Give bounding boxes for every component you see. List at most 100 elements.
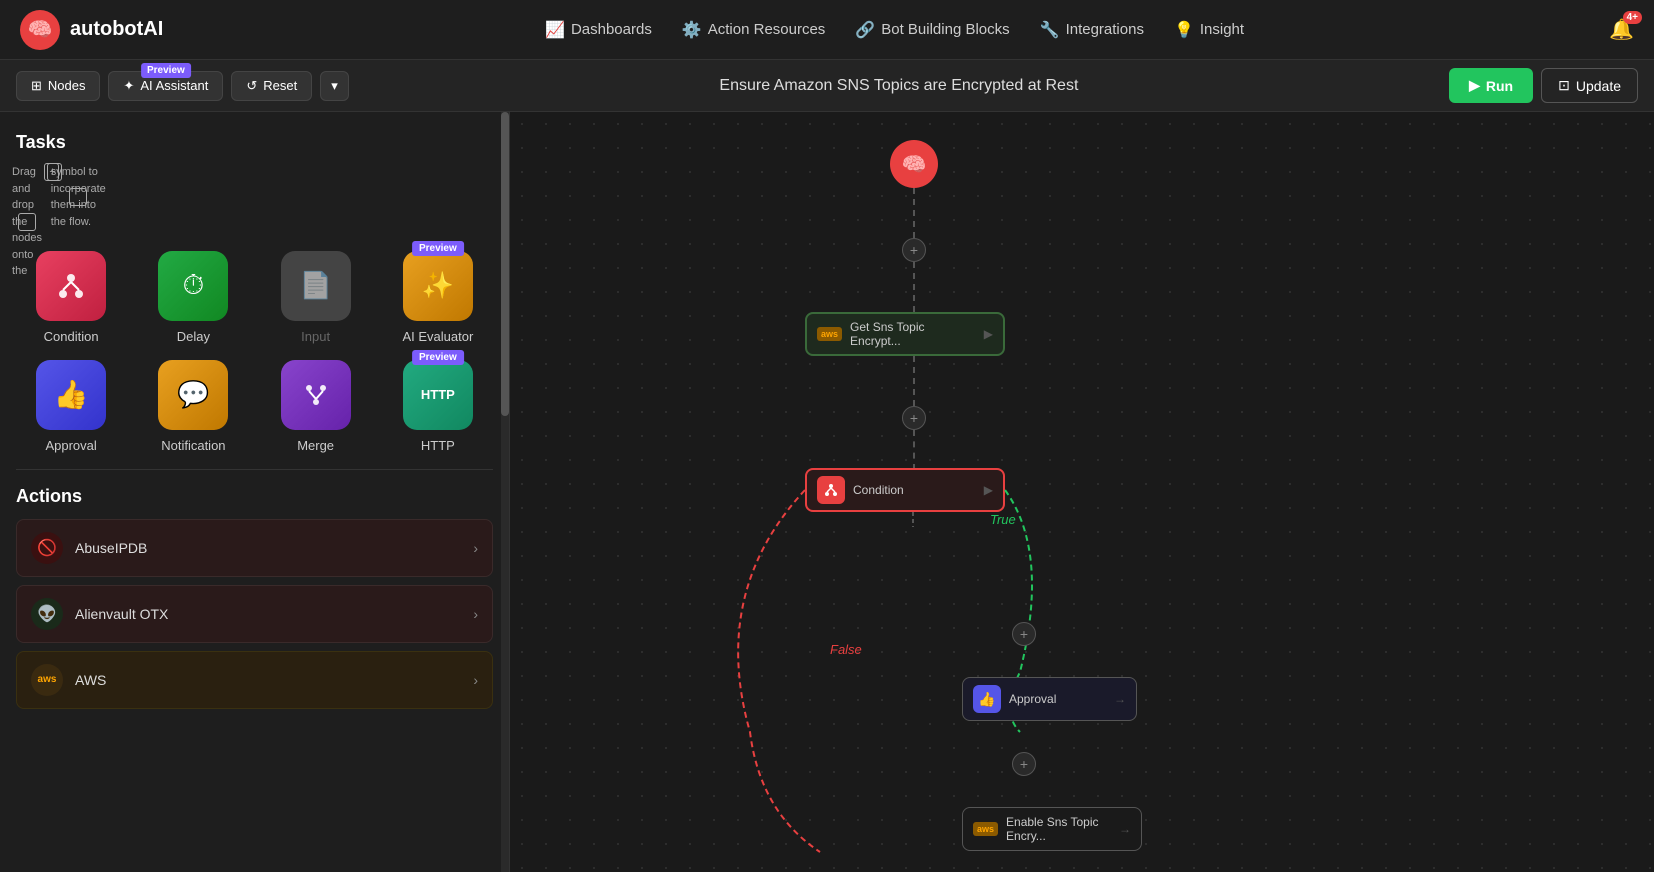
action-alienvault[interactable]: 👽 Alienvault OTX › [16,585,493,643]
delay-label: Delay [177,329,210,344]
start-node[interactable]: 🧠 [890,140,938,188]
actions-title: Actions [16,486,493,507]
tasks-desc-text2: symbol to incorporate them into the flow… [69,188,87,206]
node-ai-evaluator[interactable]: Preview ✨ AI Evaluator [383,251,493,344]
condition-label: Condition [44,329,99,344]
plus-4[interactable]: + [1012,752,1036,776]
get-sns-label: Get Sns Topic Encrypt... [850,320,976,348]
abuseipdb-name: AbuseIPDB [75,540,147,556]
logo-text: autobotAI [70,18,163,41]
condition-arrow: ▶ [984,483,993,497]
condition-flow-icon [817,476,845,504]
sidebar-scrollbar[interactable] [501,112,509,872]
http-preview-badge: Preview [412,350,464,365]
ai-assistant-wrapper: Preview ✦ AI Assistant [108,71,223,101]
node-grid-2: 👍 Approval 💬 Notification [16,360,493,453]
ai-icon: ✦ [123,78,134,94]
merge-label: Merge [297,438,334,453]
node-http[interactable]: Preview HTTP HTTP [383,360,493,453]
approval-flow-label: Approval [1009,692,1106,706]
alienvault-name: Alienvault OTX [75,606,168,622]
sidebar: Tasks Drag and drop the nodes onto the +… [0,112,510,872]
run-button[interactable]: ▶ Run [1449,68,1533,103]
nav-insight[interactable]: 💡 Insight [1174,20,1244,40]
node-condition[interactable]: Condition [16,251,126,344]
update-label: Update [1576,78,1621,94]
ai-assistant-label: AI Assistant [140,78,208,93]
plus-2[interactable]: + [902,406,926,430]
enable-sns-node[interactable]: aws Enable Sns Topic Encry... → [962,807,1142,851]
approval-flow-node[interactable]: 👍 Approval → [962,677,1137,721]
ai-evaluator-label: AI Evaluator [402,329,473,344]
action-abuseipdb[interactable]: 🚫 AbuseIPDB › [16,519,493,577]
connector-3 [913,356,915,406]
condition-svg [55,270,87,302]
main-area: Tasks Drag and drop the nodes onto the +… [0,112,1654,872]
insight-icon: 💡 [1174,20,1194,40]
condition-flow-node[interactable]: Condition ▶ [805,468,1005,512]
input-node-icon: 📄 [281,251,351,321]
bot-building-blocks-icon: 🔗 [855,20,875,40]
nav-action-resources[interactable]: ⚙️ Action Resources [682,20,825,40]
flow-title: Ensure Amazon SNS Topics are Encrypted a… [357,77,1441,95]
ai-evaluator-preview-badge: Preview [412,241,464,256]
chevron-down-icon: ▾ [331,78,338,93]
action-aws-left: aws AWS [31,664,106,696]
approval-label: Approval [45,438,96,453]
node-merge[interactable]: Merge [261,360,371,453]
false-label: False [830,642,862,657]
notification-node-icon: 💬 [158,360,228,430]
nodes-button[interactable]: ⊞ Nodes [16,71,100,101]
get-sns-node[interactable]: aws Get Sns Topic Encrypt... ▶ [805,312,1005,356]
run-label: Run [1486,78,1513,94]
connector-4 [913,430,915,470]
nav-integrations-label: Integrations [1066,21,1144,38]
nav-integrations[interactable]: 🔧 Integrations [1040,20,1144,40]
nav-action-resources-label: Action Resources [708,21,826,38]
connector-1 [913,188,915,238]
merge-svg [301,380,331,410]
action-alienvault-left: 👽 Alienvault OTX [31,598,168,630]
ai-evaluator-node-icon: ✨ [403,251,473,321]
tasks-desc-text1: Drag and drop the nodes onto the [18,213,36,231]
integrations-icon: 🔧 [1040,20,1060,40]
reset-button[interactable]: ↺ Reset [231,71,312,101]
node-delay[interactable]: ⏱ Delay [138,251,248,344]
nodes-label: Nodes [48,78,86,93]
nav-dashboards[interactable]: 📈 Dashboards [545,20,652,40]
tasks-title: Tasks [16,132,493,153]
nav-bot-building-blocks[interactable]: 🔗 Bot Building Blocks [855,20,1009,40]
run-icon: ▶ [1469,77,1480,94]
notification-button[interactable]: 🔔 4+ [1609,17,1634,42]
flow-canvas[interactable]: 🧠 + aws Get Sns Topic Encrypt... ▶ + [510,112,1654,872]
nav-insight-label: Insight [1200,21,1244,38]
logo[interactable]: 🧠 autobotAI [20,10,180,50]
node-notification[interactable]: 💬 Notification [138,360,248,453]
notification-label: Notification [161,438,225,453]
scrollbar-thumb [501,112,509,416]
action-aws[interactable]: aws AWS › [16,651,493,709]
preview-badge-ai: Preview [141,63,191,78]
condition-node-icon [36,251,106,321]
divider [16,469,493,470]
action-abuseipdb-left: 🚫 AbuseIPDB [31,532,147,564]
node-approval[interactable]: 👍 Approval [16,360,126,453]
abuseipdb-chevron: › [473,540,478,556]
plus-1[interactable]: + [902,238,926,262]
aws-badge-2: aws [973,822,998,836]
logo-icon: 🧠 [20,10,60,50]
approval-arrow: → [1114,692,1126,706]
update-button[interactable]: ⊡ Update [1541,68,1638,103]
input-label: Input [301,329,330,344]
update-icon: ⊡ [1558,77,1570,94]
approval-flow-icon: 👍 [973,685,1001,713]
condition-flow-label: Condition [853,483,976,497]
http-node-icon: HTTP [403,360,473,430]
reset-icon: ↺ [246,78,257,94]
aws-badge-1: aws [817,327,842,341]
dropdown-button[interactable]: ▾ [320,71,349,101]
plus-3[interactable]: + [1012,622,1036,646]
node-input: 📄 Input [261,251,371,344]
toolbar-right: ▶ Run ⊡ Update [1449,68,1638,103]
nav-dashboards-label: Dashboards [571,21,652,38]
